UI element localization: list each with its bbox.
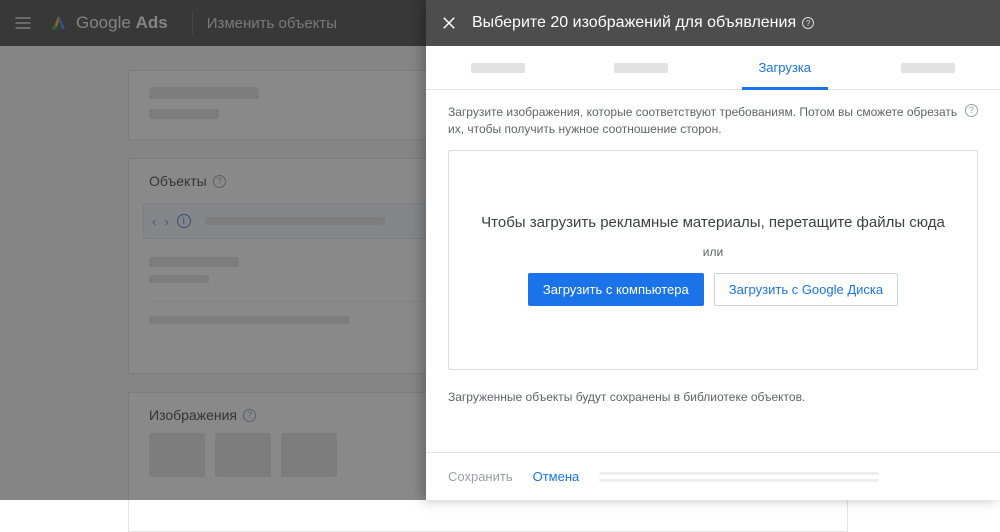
upload-from-computer-button[interactable]: Загрузить с компьютера bbox=[528, 273, 704, 306]
dropzone-headline: Чтобы загрузить рекламные материалы, пер… bbox=[481, 214, 945, 231]
upload-instruction: Загрузите изображения, которые соответст… bbox=[448, 104, 978, 138]
help-icon[interactable]: ? bbox=[802, 17, 814, 29]
tab-upload[interactable]: Загрузка bbox=[713, 46, 857, 89]
panel-header: Выберите 20 изображений для объявления ? bbox=[426, 0, 1000, 46]
panel-title: Выберите 20 изображений для объявления ? bbox=[472, 14, 814, 32]
upload-from-drive-button[interactable]: Загрузить с Google Диска bbox=[714, 273, 898, 306]
tab-placeholder-1[interactable] bbox=[426, 46, 570, 89]
image-picker-panel: Выберите 20 изображений для объявления ?… bbox=[426, 0, 1000, 500]
tab-placeholder-2[interactable] bbox=[570, 46, 714, 89]
footer-placeholder-lines bbox=[599, 472, 978, 482]
panel-tabs: Загрузка bbox=[426, 46, 1000, 90]
dropzone-or: или bbox=[703, 245, 723, 259]
modal-scrim bbox=[0, 0, 426, 500]
library-note: Загруженные объекты будут сохранены в би… bbox=[448, 390, 978, 404]
help-icon[interactable]: ? bbox=[965, 104, 978, 117]
close-icon[interactable] bbox=[440, 14, 458, 32]
save-button[interactable]: Сохранить bbox=[448, 469, 513, 484]
panel-footer: Сохранить Отмена bbox=[426, 452, 1000, 500]
tab-placeholder-3[interactable] bbox=[857, 46, 1000, 89]
upload-dropzone[interactable]: Чтобы загрузить рекламные материалы, пер… bbox=[448, 150, 978, 370]
panel-body: Загрузите изображения, которые соответст… bbox=[426, 90, 1000, 452]
dropzone-buttons: Загрузить с компьютера Загрузить с Googl… bbox=[528, 273, 898, 306]
cancel-button[interactable]: Отмена bbox=[533, 469, 580, 484]
